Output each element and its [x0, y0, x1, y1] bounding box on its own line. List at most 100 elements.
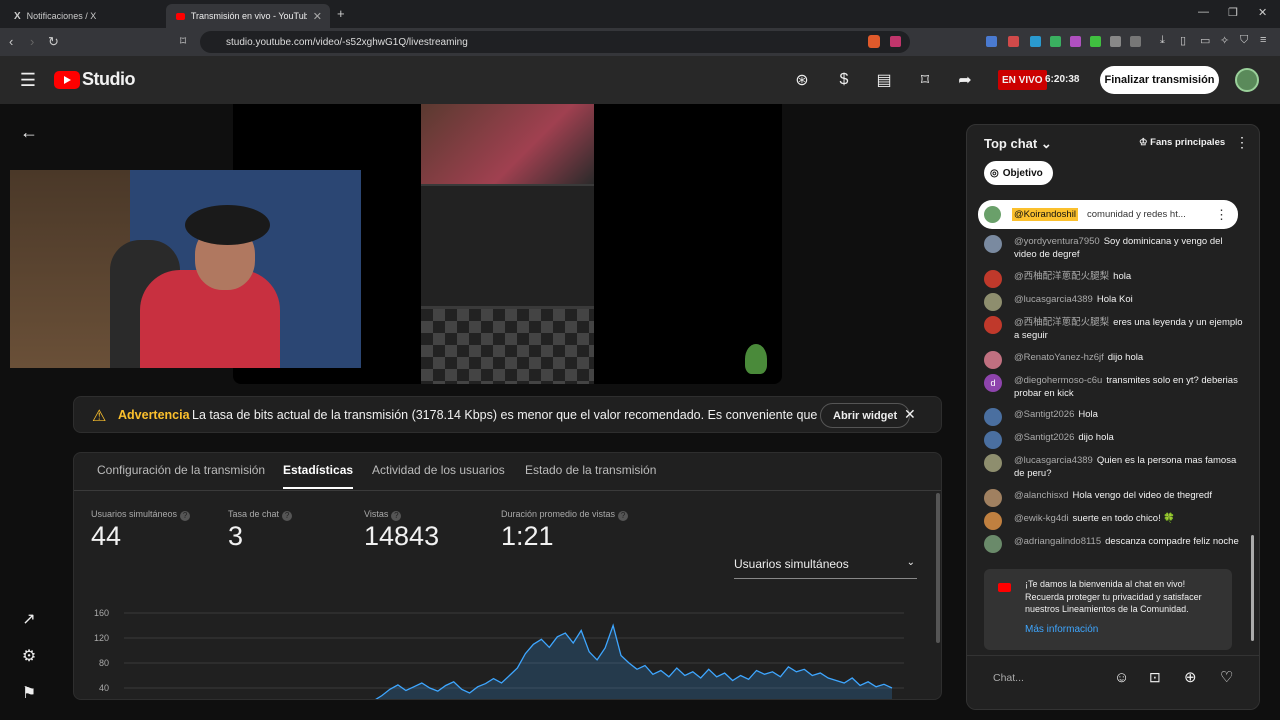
feedback-icon[interactable]: ⚑	[16, 680, 42, 706]
sidebar-icon[interactable]: ▯	[1180, 34, 1186, 47]
tab-notifications[interactable]: X Notificaciones / X	[4, 4, 164, 28]
help-icon[interactable]: ?	[180, 511, 191, 521]
avatar[interactable]	[984, 293, 1002, 311]
chat-text: Hola Koi	[1096, 294, 1133, 305]
extension-box-icon[interactable]	[1130, 36, 1141, 47]
studio-logo-text[interactable]: Studio	[82, 69, 136, 90]
tab-stream-status[interactable]: Estado de la transmisión	[525, 463, 656, 489]
tab-youtube-studio[interactable]: Transmisión en vivo - YouTube S ✕	[166, 4, 330, 28]
popout-icon[interactable]: ↗	[16, 606, 42, 632]
chat-author[interactable]: @西柚配洋蔥配火腿梨	[1014, 271, 1109, 282]
download-icon[interactable]: ⤓	[1160, 34, 1165, 47]
extension-gray-icon[interactable]	[1110, 36, 1121, 47]
avatar[interactable]	[984, 408, 1002, 426]
earnings-icon[interactable]: $	[834, 70, 854, 90]
heart-icon[interactable]: ♡	[1220, 668, 1233, 686]
close-warning-icon[interactable]: ✕	[904, 406, 916, 423]
extension-red-icon[interactable]	[1008, 36, 1019, 47]
chat-author[interactable]: @ewik-kg4di	[1014, 513, 1069, 524]
chat-author[interactable]: @adriangalindo8115	[1014, 536, 1101, 547]
chat-author[interactable]: @yordyventura7950	[1014, 236, 1100, 247]
chevron-down-icon: ⌄	[906, 557, 915, 568]
help-icon[interactable]: ?	[282, 511, 293, 521]
chat-author[interactable]: @RenatoYanez-hz6jf	[1014, 352, 1104, 363]
extension-green-icon[interactable]	[1050, 36, 1061, 47]
y-tick-label: 80	[99, 658, 109, 668]
chat-author[interactable]: @西柚配洋蔥配火腿梨	[1014, 317, 1109, 328]
avatar[interactable]	[984, 454, 1002, 472]
save-bookmark-icon[interactable]: ⌑	[915, 70, 935, 90]
avatar[interactable]	[984, 535, 1002, 553]
chat-input[interactable]: Chat...	[993, 672, 1024, 684]
chat-author[interactable]: @diegohermoso-c6u	[1014, 375, 1102, 386]
avatar[interactable]	[984, 489, 1002, 507]
hamburger-menu-icon[interactable]: ☰	[18, 70, 38, 90]
add-icon[interactable]: ⊕	[1184, 668, 1197, 686]
metric-dropdown[interactable]: Usuarios simultáneos ⌄	[734, 557, 917, 579]
extension-lime-icon[interactable]	[1090, 36, 1101, 47]
more-vert-icon[interactable]: ⋮	[1215, 207, 1228, 223]
avatar[interactable]	[984, 512, 1002, 530]
preview-nested-studio	[421, 186, 594, 306]
settings-gear-icon[interactable]: ⚙	[16, 643, 42, 669]
youtube-logo-icon[interactable]	[54, 71, 80, 89]
more-info-link[interactable]: Más información	[1025, 624, 1098, 635]
wallet-icon[interactable]: ▭	[1200, 34, 1210, 47]
tab-statistics[interactable]: Estadísticas	[283, 463, 354, 489]
help-icon[interactable]: ?	[618, 511, 629, 521]
top-fans-button[interactable]: ♔ Fans principales	[1139, 137, 1225, 148]
super-chat-icon[interactable]: ⊡	[1149, 669, 1161, 686]
tab-user-activity[interactable]: Actividad de los usuarios	[372, 463, 505, 489]
pinned-message[interactable]: @Koirandoshil comunidad y redes ht... ⋮	[978, 200, 1238, 229]
avatar[interactable]	[984, 351, 1002, 369]
rewards-icon[interactable]	[890, 36, 901, 47]
goal-button[interactable]: ◎ Objetivo	[984, 161, 1053, 185]
close-window-icon[interactable]: ✕	[1258, 6, 1267, 19]
back-icon[interactable]: ‹	[9, 34, 13, 49]
avatar[interactable]	[984, 316, 1002, 334]
chat-message-content: @ewik-kg4di suerte en todo chico! 🍀	[1014, 512, 1244, 525]
chat-author[interactable]: @Santigt2026	[1014, 432, 1074, 443]
top-chat-dropdown[interactable]: Top chat ⌄	[984, 136, 1052, 152]
tab-stream-settings[interactable]: Configuración de la transmisión	[97, 463, 265, 489]
leo-icon[interactable]: ✧	[1220, 34, 1229, 47]
url-field[interactable]: studio.youtube.com/video/-s52xghwG1Q/liv…	[200, 31, 910, 53]
chat-scrollbar[interactable]	[1251, 535, 1254, 641]
vpn-icon[interactable]: ⛉	[1240, 34, 1248, 47]
extension-audio-icon[interactable]	[1030, 36, 1041, 47]
close-tab-icon[interactable]: ✕	[313, 10, 322, 23]
chat-author[interactable]: @Santigt2026	[1014, 409, 1074, 420]
share-icon[interactable]: ➦	[955, 70, 975, 90]
chat-author[interactable]: @lucasgarcia4389	[1014, 294, 1093, 305]
avatar[interactable]: d	[984, 374, 1002, 392]
brave-shield-icon[interactable]	[868, 35, 880, 48]
target-icon: ◎	[990, 167, 999, 179]
minimize-icon[interactable]: —	[1198, 6, 1209, 18]
stat-label-views: Vistas?	[364, 509, 402, 521]
new-tab-button[interactable]: +	[337, 6, 345, 21]
maximize-icon[interactable]: ❐	[1228, 6, 1238, 19]
tab-divider	[74, 490, 941, 491]
more-vert-icon[interactable]: ⋮	[1235, 134, 1249, 151]
avatar[interactable]	[984, 431, 1002, 449]
extension-purple-icon[interactable]	[1070, 36, 1081, 47]
menu-icon[interactable]: ≡	[1260, 34, 1266, 46]
extension-translate-icon[interactable]	[986, 36, 997, 47]
help-icon[interactable]: ?	[391, 511, 402, 521]
end-stream-button[interactable]: Finalizar transmisión	[1100, 66, 1219, 94]
avatar[interactable]	[1235, 68, 1259, 92]
chat-author[interactable]: @alanchisxd	[1014, 490, 1069, 501]
bookmark-icon[interactable]: ⌑	[180, 34, 186, 48]
emoji-icon[interactable]: ☺	[1114, 669, 1129, 686]
forward-icon[interactable]: ›	[30, 34, 34, 49]
crown-icon: ♔	[1139, 137, 1148, 148]
avatar[interactable]	[984, 235, 1002, 253]
chat-author[interactable]: @lucasgarcia4389	[1014, 455, 1093, 466]
back-arrow-icon[interactable]: ←	[16, 119, 42, 145]
open-widget-button[interactable]: Abrir widget	[820, 403, 911, 428]
clip-icon[interactable]: ▤	[874, 70, 894, 90]
reload-icon[interactable]: ↻	[48, 34, 59, 50]
panel-scrollbar[interactable]	[936, 493, 940, 643]
avatar[interactable]	[984, 270, 1002, 288]
monetization-icon[interactable]: ⊛	[792, 70, 812, 90]
